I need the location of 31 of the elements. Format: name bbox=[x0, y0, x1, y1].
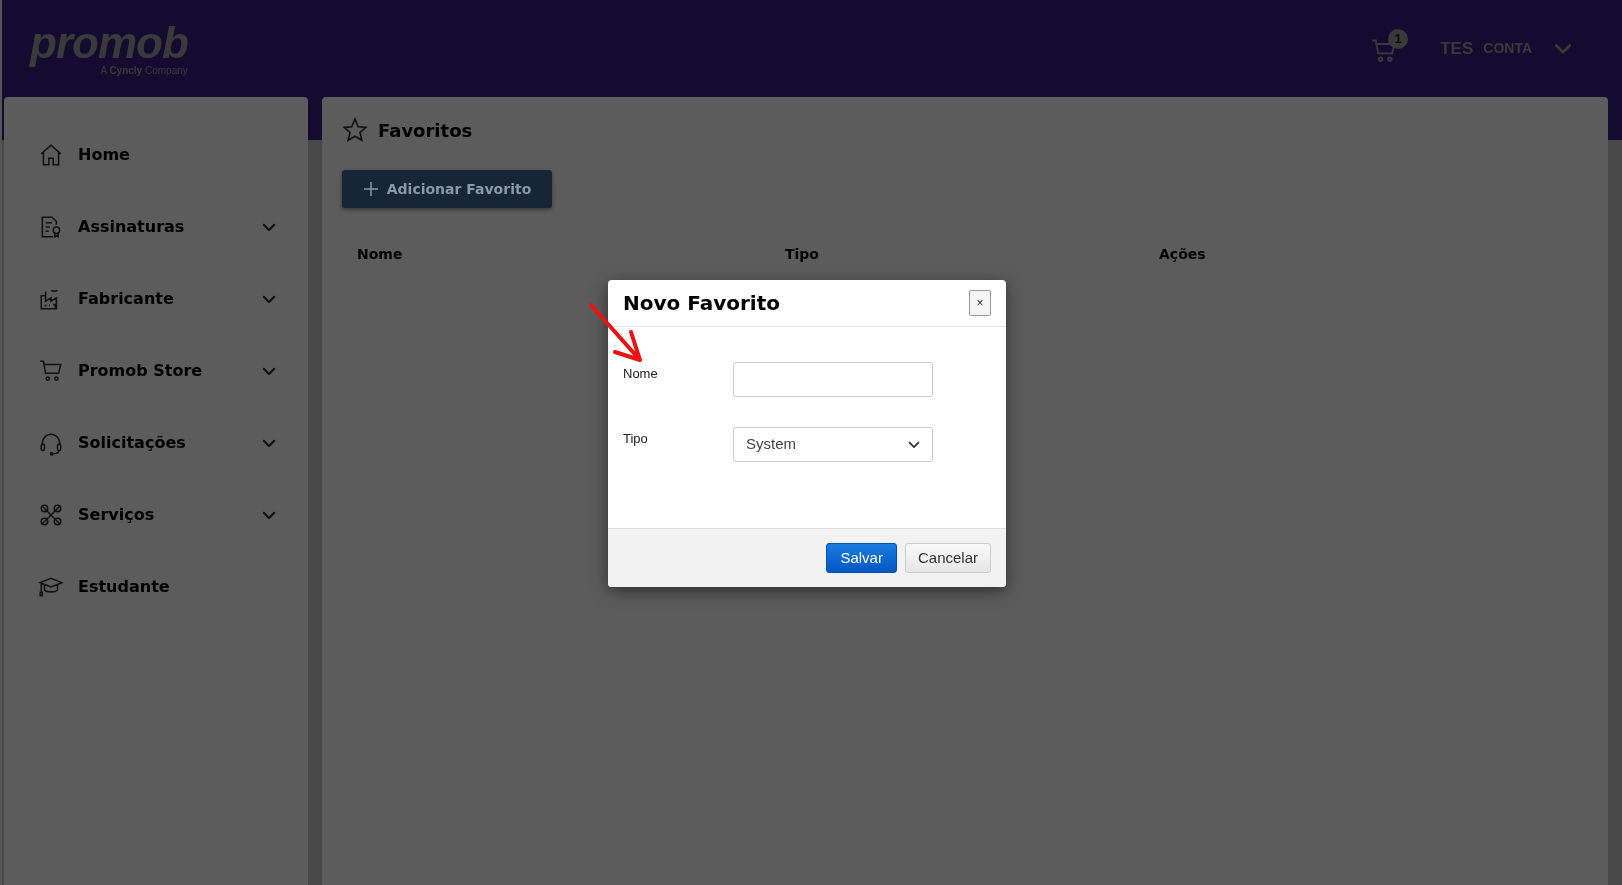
field-label: Tipo bbox=[623, 430, 649, 448]
sidebar-item[interactable]: Promob Store bbox=[4, 335, 308, 407]
column-header: Nome bbox=[357, 245, 404, 264]
house-icon bbox=[38, 142, 64, 168]
star-icon bbox=[342, 117, 368, 143]
field-label: Nome bbox=[623, 365, 659, 383]
column-header: Tipo bbox=[785, 245, 820, 264]
cart-icon bbox=[38, 358, 64, 384]
tools-icon bbox=[38, 502, 64, 528]
sidebar-item[interactable]: Serviços bbox=[4, 479, 308, 551]
chevron-down-icon bbox=[1554, 43, 1572, 54]
type-select[interactable]: System bbox=[733, 427, 933, 462]
plus-icon bbox=[362, 181, 379, 197]
chevron-down-icon bbox=[262, 510, 276, 520]
chevron-down-icon bbox=[262, 438, 276, 448]
sidebar-item[interactable]: Fabricante bbox=[4, 263, 308, 335]
add-favorite-button[interactable]: Adicionar Favorito bbox=[342, 170, 552, 208]
column-header: Ações bbox=[1159, 245, 1207, 264]
close-button[interactable]: × bbox=[969, 290, 991, 316]
sidebar-item[interactable]: Home bbox=[4, 119, 308, 191]
page-title: Favoritos bbox=[378, 118, 473, 143]
chevron-down-icon bbox=[262, 222, 276, 232]
chevron-down-icon bbox=[262, 294, 276, 304]
modal-title: Novo Favorito bbox=[623, 290, 780, 317]
cancel-button[interactable]: Cancelar bbox=[904, 543, 991, 573]
sidebar-item[interactable]: Assinaturas bbox=[4, 191, 308, 263]
chevron-down-icon bbox=[262, 366, 276, 376]
sidebar-item[interactable]: Solicitações bbox=[4, 407, 308, 479]
sidebar-item[interactable]: Estudante bbox=[4, 551, 308, 623]
save-button[interactable]: Salvar bbox=[826, 543, 897, 573]
name-input[interactable] bbox=[733, 362, 933, 397]
